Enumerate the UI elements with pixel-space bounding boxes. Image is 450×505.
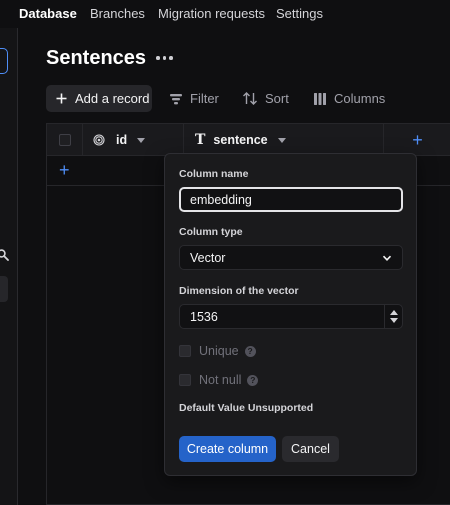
page-title: Sentences [46, 46, 147, 69]
filter-icon [170, 93, 182, 104]
more-options-icon[interactable] [156, 56, 173, 60]
filter-button[interactable]: Filter [170, 85, 219, 112]
sort-icon [243, 92, 257, 105]
unique-checkbox[interactable] [179, 345, 191, 357]
column-type-value: Vector [190, 250, 226, 265]
help-icon: ? [244, 345, 256, 357]
toolbar: Add a record Filter Sort Columns [46, 85, 450, 112]
select-all-checkbox[interactable] [58, 134, 71, 146]
caret-down-icon[interactable] [277, 137, 286, 143]
sidebar-selected-item[interactable] [0, 48, 8, 74]
column-type-select[interactable]: Vector [179, 245, 403, 270]
not-null-checkbox[interactable] [179, 374, 191, 386]
plus-icon [56, 93, 67, 104]
cancel-button[interactable]: Cancel [282, 436, 339, 462]
title-row: Sentences [46, 44, 173, 72]
dimension-value: 1536 [190, 309, 218, 324]
sort-button[interactable]: Sort [243, 85, 289, 112]
add-row-button[interactable]: + [59, 160, 70, 181]
create-column-button[interactable]: Create column [179, 436, 276, 462]
add-column-button[interactable]: + [412, 130, 423, 151]
column-header-label: sentence [213, 133, 268, 147]
default-value-note: Default Value Unsupported [179, 402, 314, 414]
caret-down-icon[interactable] [137, 137, 146, 143]
table-header: id T sentence + [47, 124, 450, 156]
unique-label: Unique [199, 344, 239, 358]
chevron-down-icon [382, 255, 392, 261]
dimension-label: Dimension of the vector [179, 285, 299, 297]
column-name-label: Column name [179, 168, 249, 180]
filter-label: Filter [190, 91, 219, 106]
fingerprint-icon [93, 134, 105, 146]
text-type-icon: T [195, 132, 206, 148]
column-header-id[interactable]: id [83, 124, 184, 156]
nav-settings[interactable]: Settings [276, 6, 323, 21]
column-header-sentence[interactable]: T sentence [184, 124, 384, 156]
increment-icon[interactable] [389, 310, 398, 315]
new-column-popover: Column name Column type Vector Dimension… [164, 153, 417, 476]
nav-database[interactable]: Database [19, 6, 77, 21]
top-nav: Database Branches Migration requests Set… [0, 0, 450, 28]
column-type-label: Column type [179, 226, 243, 238]
dimension-stepper[interactable] [384, 305, 402, 328]
sort-label: Sort [265, 91, 289, 106]
column-name-input[interactable] [179, 187, 403, 212]
not-null-option: Not null ? [179, 373, 259, 387]
unique-option: Unique ? [179, 344, 256, 358]
columns-icon [314, 92, 326, 105]
columns-button[interactable]: Columns [314, 85, 385, 112]
not-null-label: Not null [199, 373, 242, 387]
column-header-label: id [116, 133, 128, 147]
add-column-cell: + [384, 124, 450, 156]
sidebar [0, 28, 18, 505]
sidebar-input[interactable] [0, 276, 8, 302]
add-record-button[interactable]: Add a record [46, 85, 152, 112]
help-icon: ? [247, 374, 259, 386]
search-icon[interactable] [0, 249, 9, 261]
decrement-icon[interactable] [389, 318, 398, 323]
nav-branches[interactable]: Branches [90, 6, 145, 21]
dimension-input[interactable]: 1536 [179, 304, 403, 329]
columns-label: Columns [334, 91, 386, 106]
nav-migration-requests[interactable]: Migration requests [158, 6, 265, 21]
select-all-cell [47, 124, 83, 156]
add-record-label: Add a record [75, 91, 150, 106]
